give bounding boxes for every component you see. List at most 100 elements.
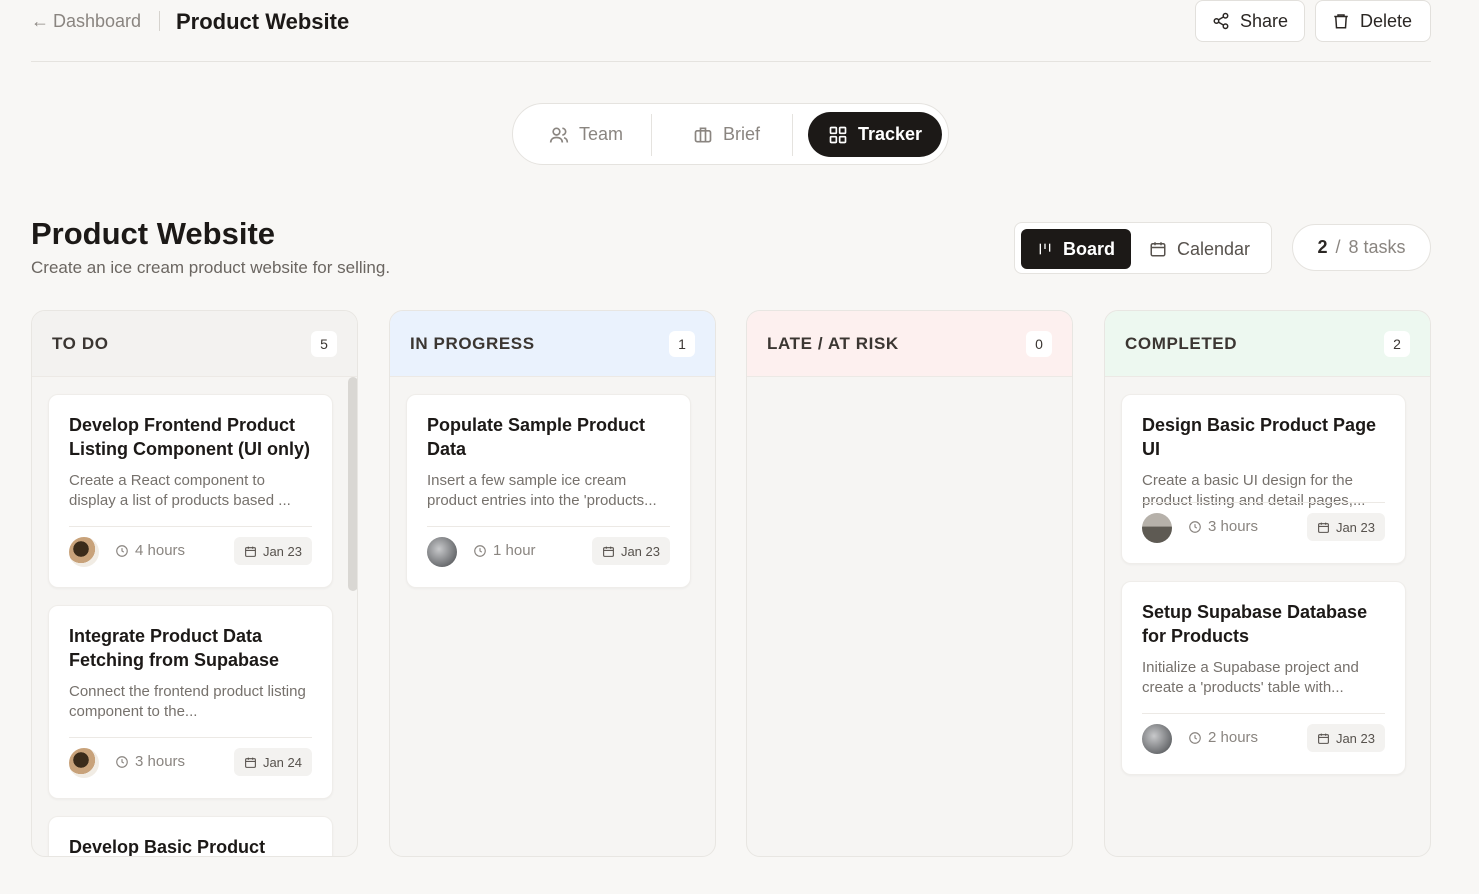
task-card[interactable]: Setup Supabase Database for Products Ini… [1121,581,1406,775]
project-description: Create an ice cream product website for … [31,258,391,277]
clock-icon [474,544,486,557]
project-title: Product Website [31,216,276,251]
estimate: 1 hour [473,542,536,559]
column-header: TO DO 5 [32,311,357,377]
calendar-icon [1150,242,1166,257]
calendar-icon [1318,522,1329,533]
task-card[interactable]: Design Basic Product Page UI Create a ba… [1121,394,1406,564]
estimate: 4 hours [115,542,185,559]
task-meta: 3 hours Jan 23 [1142,513,1385,543]
board-view-button[interactable]: Board [1021,229,1131,269]
column-header: IN PROGRESS 1 [390,311,715,377]
column-count: 5 [311,330,337,357]
task-title: Populate Sample Product Data [427,415,646,459]
tab-team[interactable]: Team [529,112,643,157]
column-title: TO DO [52,333,109,353]
tasks-done-count: 2 [1317,237,1328,257]
trash-icon [1334,14,1348,29]
tasks-separator: / [1335,237,1341,257]
task-description: Initialize a Supabase project and create… [1142,659,1359,696]
tasks-total: 8 tasks [1348,237,1406,257]
due-date-label: Jan 24 [262,754,302,770]
calendar-icon [603,546,614,557]
task-card[interactable]: Populate Sample Product Data Insert a fe… [406,394,691,588]
top-bar: ← Dashboard Product Website Share Delete [31,0,1431,62]
card-divider [69,526,312,527]
estimate: 3 hours [115,753,185,770]
grid-icon [829,126,847,143]
board-label: Board [1062,238,1115,259]
card-divider [1142,713,1385,714]
column-title: IN PROGRESS [410,333,535,353]
column-in-progress: IN PROGRESS 1 Populate Sample Product Da… [389,310,716,857]
task-title: Setup Supabase Database for Products [1142,602,1368,646]
task-card[interactable]: Develop Basic Product Detail [48,816,333,856]
task-meta: 3 hours Jan 24 [69,748,312,778]
tab-brief-label: Brief [723,124,761,144]
tab-tracker[interactable]: Tracker [808,112,943,157]
clock-icon [116,544,128,557]
delete-label: Delete [1360,10,1413,31]
column-completed: COMPLETED 2 Design Basic Product Page UI… [1104,310,1431,857]
breadcrumb-divider [159,11,160,31]
tab-team-label: Team [579,124,624,144]
column-late-at-risk: LATE / AT RISK 0 [746,310,1073,857]
delete-button[interactable]: Delete [1315,0,1431,42]
task-title: Develop Frontend Product Listing Compone… [69,415,310,459]
assignee-avatar[interactable] [1142,513,1172,543]
estimate-label: 3 hours [1208,518,1259,535]
estimate: 3 hours [1188,518,1258,535]
task-card[interactable]: Integrate Product Data Fetching from Sup… [48,605,333,799]
estimate-label: 4 hours [135,542,186,559]
task-meta: 1 hour Jan 23 [427,537,670,567]
share-icon [1213,12,1229,30]
assignee-avatar[interactable] [69,537,99,567]
users-icon [549,126,569,143]
card-divider [427,526,670,527]
tab-tracker-label: Tracker [858,124,923,144]
assignee-avatar[interactable] [69,748,99,778]
share-button[interactable]: Share [1195,0,1305,42]
calendar-label: Calendar [1177,238,1251,259]
due-date-label: Jan 23 [1335,519,1375,535]
calendar-icon [1318,733,1329,744]
task-description: Insert a few sample ice cream product en… [427,472,657,509]
calendar-view-button[interactable]: Calendar [1133,229,1266,269]
column-todo: TO DO 5 Develop Frontend Product Listing… [31,310,358,857]
estimate-label: 2 hours [1208,729,1259,746]
column-title: LATE / AT RISK [767,333,899,353]
page-title: Product Website [176,9,350,34]
calendar-icon [245,546,256,557]
column-header: COMPLETED 2 [1105,311,1430,377]
column-count: 1 [669,330,695,357]
tab-brief[interactable]: Brief [673,112,780,157]
task-description: Create a React component to display a li… [69,472,291,509]
column-scrollbar[interactable] [348,377,357,591]
section-tabs: Team Brief Tracker [512,103,949,165]
column-count: 0 [1026,330,1052,357]
due-date: Jan 23 [233,537,312,565]
due-date-label: Jan 23 [620,543,660,559]
task-meta: 2 hours Jan 23 [1142,724,1385,754]
estimate-label: 3 hours [135,753,186,770]
estimate-label: 1 hour [493,542,536,559]
task-count-badge: 2 / 8 tasks [1292,224,1431,271]
briefcase-icon [694,127,712,142]
share-label: Share [1239,10,1288,31]
task-card[interactable]: Develop Frontend Product Listing Compone… [48,394,333,588]
column-title: COMPLETED [1125,333,1238,353]
task-description: Create a basic UI design for the product… [1142,472,1366,509]
clock-icon [1189,520,1201,533]
back-to-dashboard-link[interactable]: ← Dashboard [31,11,141,32]
assignee-avatar[interactable] [1142,724,1172,754]
back-label: Dashboard [53,11,142,31]
task-description: Connect the frontend product listing com… [69,683,306,720]
estimate: 2 hours [1188,729,1258,746]
assignee-avatar[interactable] [427,537,457,567]
due-date-label: Jan 23 [1335,730,1375,746]
tab-divider [651,114,652,156]
clock-icon [1189,731,1201,744]
due-date: Jan 23 [591,537,670,565]
card-divider [69,737,312,738]
column-count: 2 [1384,330,1410,357]
